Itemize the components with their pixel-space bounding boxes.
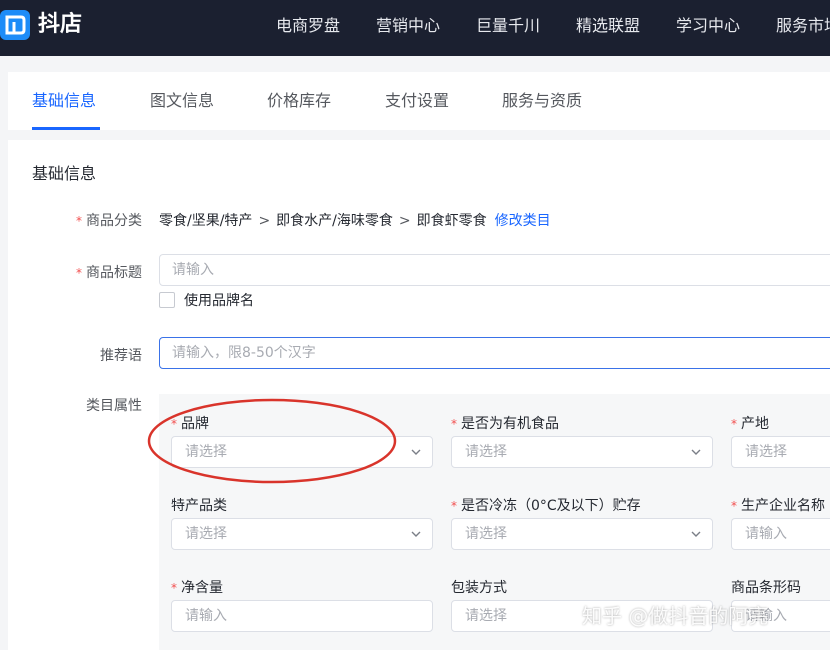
chevron-down-icon — [691, 531, 701, 537]
net-content-input[interactable]: 请输入 — [171, 600, 433, 632]
edit-category-link[interactable]: 修改类目 — [495, 213, 551, 229]
category-level-2: 即食水产/海味零食 — [276, 213, 393, 229]
tab-price-stock[interactable]: 价格库存 — [267, 72, 331, 130]
product-title-input[interactable]: 请输入 — [159, 254, 830, 286]
placeholder: 请选择 — [185, 526, 227, 542]
use-brand-name-checkbox[interactable] — [159, 292, 175, 308]
active-tab-indicator — [32, 127, 100, 130]
required-mark: * — [171, 581, 177, 595]
tab-payment[interactable]: 支付设置 — [385, 72, 449, 130]
category-separator: > — [398, 213, 411, 229]
tab-service-qualification[interactable]: 服务与资质 — [502, 72, 582, 130]
brand-name[interactable]: 抖店 — [38, 10, 82, 40]
product-tabs: 基础信息 图文信息 价格库存 支付设置 服务与资质 — [8, 72, 830, 130]
chevron-down-icon — [411, 531, 421, 537]
origin-select[interactable]: 请选择 — [731, 436, 830, 468]
annotation-circle — [147, 398, 397, 484]
placeholder: 请输入 — [172, 262, 214, 278]
placeholder: 请输入 — [185, 608, 227, 624]
placeholder: 请选择 — [465, 444, 507, 460]
placeholder: 请输入 — [745, 526, 787, 542]
recommend-label: 推荐语 — [100, 348, 142, 364]
attr-label-barcode: 商品条形码 — [731, 580, 801, 596]
nav-item-compass[interactable]: 电商罗盘 — [258, 0, 358, 56]
attr-label-specialty-category: 特产品类 — [171, 498, 227, 514]
nav-item-alliance[interactable]: 精选联盟 — [558, 0, 658, 56]
organic-select[interactable]: 请选择 — [451, 436, 713, 468]
attributes-label: 类目属性 — [86, 398, 142, 414]
tab-image-text[interactable]: 图文信息 — [150, 72, 214, 130]
specialty-category-select[interactable]: 请选择 — [171, 518, 433, 550]
required-mark: * — [451, 417, 457, 431]
required-mark: * — [731, 417, 737, 431]
placeholder: 请选择 — [745, 444, 787, 460]
nav-item-marketing[interactable]: 营销中心 — [358, 0, 458, 56]
nav-item-learning[interactable]: 学习中心 — [658, 0, 758, 56]
top-navbar: 抖店 电商罗盘 营销中心 巨量千川 精选联盟 学习中心 服务市场 — [0, 0, 830, 56]
recommend-input[interactable]: 请输入，限8-50个汉字 — [159, 337, 830, 369]
watermark: 知乎 @做抖音的阿亮 — [582, 604, 769, 628]
doudian-logo-icon[interactable] — [0, 10, 30, 40]
attr-label-packaging: 包装方式 — [451, 580, 507, 596]
chevron-down-icon — [691, 449, 701, 455]
attr-label-organic: * 是否为有机食品 — [451, 416, 559, 432]
required-mark: * — [76, 266, 82, 280]
chevron-down-icon — [411, 449, 421, 455]
use-brand-name-label[interactable]: 使用品牌名 — [184, 290, 254, 310]
required-mark: * — [731, 499, 737, 513]
frozen-storage-select[interactable]: 请选择 — [451, 518, 713, 550]
basic-info-form: 基础信息 * 商品分类 零食/坚果/特产 > 即食水产/海味零食 > 即食虾零食 修改类目 … — [8, 140, 830, 650]
tab-basic-info[interactable]: 基础信息 — [32, 72, 96, 130]
title-label: * 商品标题 — [76, 265, 142, 281]
section-title: 基础信息 — [32, 164, 97, 183]
category-level-1: 零食/坚果/特产 — [159, 213, 253, 229]
attr-label-manufacturer: * 生产企业名称 — [731, 498, 825, 514]
nav-item-service-market[interactable]: 服务市场 — [758, 0, 830, 56]
category-path: 零食/坚果/特产 > 即食水产/海味零食 > 即食虾零食 修改类目 — [159, 210, 551, 230]
placeholder: 请输入，限8-50个汉字 — [172, 345, 316, 361]
required-mark: * — [76, 214, 82, 228]
nav-item-qianchuan[interactable]: 巨量千川 — [458, 0, 558, 56]
category-level-3: 即食虾零食 — [416, 213, 487, 229]
attr-label-net-content: * 净含量 — [171, 580, 223, 596]
placeholder: 请选择 — [465, 526, 507, 542]
attr-label-origin: * 产地 — [731, 416, 769, 432]
category-label: * 商品分类 — [76, 213, 142, 229]
placeholder: 请选择 — [465, 608, 507, 624]
top-nav-menu: 电商罗盘 营销中心 巨量千川 精选联盟 学习中心 服务市场 — [258, 0, 830, 56]
attr-label-frozen-storage: * 是否冷冻（0°C及以下）贮存 — [451, 498, 641, 514]
manufacturer-input[interactable]: 请输入 — [731, 518, 830, 550]
category-separator: > — [258, 213, 271, 229]
required-mark: * — [451, 499, 457, 513]
